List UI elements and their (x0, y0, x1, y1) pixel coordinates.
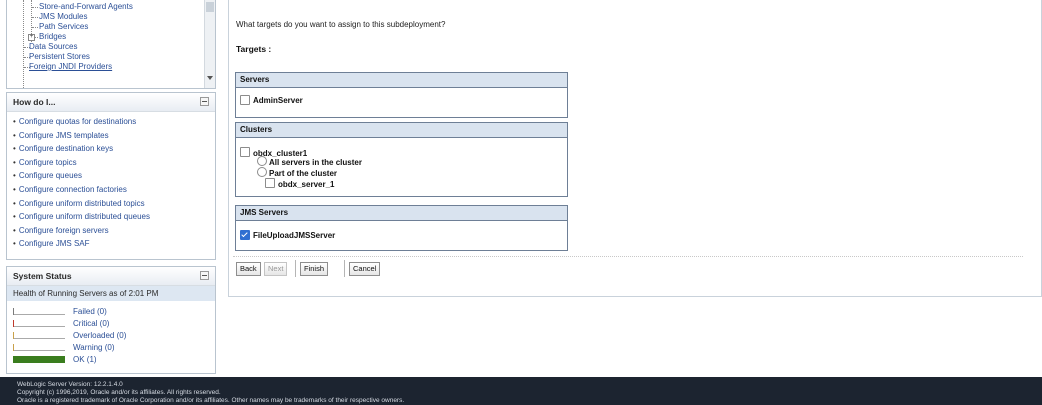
status-row-failed: Failed (0) (7, 306, 215, 318)
status-row-overloaded: Overloaded (0) (7, 330, 215, 342)
clusters-header: Clusters (236, 123, 567, 138)
servers-group: Servers AdminServer (235, 72, 568, 118)
health-label: Health of Running Servers as of 2:01 PM (7, 286, 215, 301)
tree-connector (35, 37, 38, 38)
fileuploadjmsserver-checkbox[interactable] (240, 230, 250, 240)
howdo-link[interactable]: Configure foreign servers (13, 226, 215, 240)
status-row-critical: Critical (0) (7, 318, 215, 330)
tree-connector (32, 17, 38, 18)
tree-item-data-sources[interactable]: Data Sources (29, 42, 77, 51)
tree-scrollbar[interactable] (204, 0, 215, 88)
scroll-down-arrow-icon[interactable] (207, 76, 213, 80)
panel-title: System Status (13, 271, 72, 281)
minimize-icon[interactable] (200, 271, 209, 280)
status-row-ok: OK (1) (7, 354, 215, 366)
domain-structure-tree: Store-and-Forward Agents JMS Modules Pat… (6, 0, 216, 89)
clusters-group: Clusters obdx_cluster1 All servers in th… (235, 122, 568, 197)
fileuploadjmsserver-label: FileUploadJMSServer (253, 231, 336, 240)
status-row-warning: Warning (0) (7, 342, 215, 354)
howdo-link[interactable]: Configure JMS SAF (13, 239, 215, 253)
howdo-link[interactable]: Configure destination keys (13, 144, 215, 158)
part-of-cluster-radio[interactable] (257, 167, 267, 177)
status-bar (13, 356, 65, 363)
howdo-link[interactable]: Configure uniform distributed topics (13, 199, 215, 213)
status-rows: Failed (0) Critical (0) Overloaded (0) W… (7, 301, 215, 366)
version-text: WebLogic Server Version: 12.2.1.4.0 (17, 381, 123, 388)
how-do-i-list: Configure quotas for destinations Config… (7, 112, 215, 253)
back-button[interactable]: Back (236, 262, 261, 276)
all-servers-label: All servers in the cluster (269, 158, 362, 167)
next-button[interactable]: Next (264, 262, 288, 276)
status-bar-mark (13, 356, 65, 363)
status-label[interactable]: Warning (0) (73, 343, 115, 352)
tree-item-jms-modules[interactable]: JMS Modules (39, 12, 87, 21)
howdo-link[interactable]: Configure connection factories (13, 185, 215, 199)
jms-servers-group: JMS Servers FileUploadJMSServer (235, 205, 568, 251)
tree-connector (32, 7, 38, 8)
howdo-link[interactable]: Configure uniform distributed queues (13, 212, 215, 226)
adminserver-label: AdminServer (253, 96, 303, 105)
cluster-checkbox[interactable] (240, 147, 250, 157)
finish-button[interactable]: Finish (300, 262, 329, 276)
copyright-text: Copyright (c) 1996,2019, Oracle and/or i… (17, 389, 221, 396)
all-servers-radio[interactable] (257, 156, 267, 166)
servers-header: Servers (236, 73, 567, 88)
cancel-button[interactable]: Cancel (349, 262, 381, 276)
status-label[interactable]: Overloaded (0) (73, 331, 126, 340)
tree-item-path-services[interactable]: Path Services (39, 22, 88, 31)
obdx-server-checkbox[interactable] (265, 178, 275, 188)
panel-header: System Status (7, 267, 215, 286)
howdo-link[interactable]: Configure queues (13, 171, 215, 185)
status-label[interactable]: OK (1) (73, 355, 97, 364)
tree-item-persistent-stores[interactable]: Persistent Stores (29, 52, 90, 61)
targets-label: Targets : (236, 44, 272, 54)
status-bar (13, 320, 65, 327)
button-separator (344, 260, 345, 277)
scrollbar-thumb[interactable] (206, 2, 214, 12)
howdo-link[interactable]: Configure quotas for destinations (13, 117, 215, 131)
tree-item-foreign-jndi-providers[interactable]: Foreign JNDI Providers (29, 62, 112, 71)
status-bar (13, 344, 65, 351)
tree-item-store-and-forward-agents[interactable]: Store-and-Forward Agents (39, 2, 133, 11)
status-bar-mark (13, 320, 14, 327)
expand-plus-icon[interactable]: + (28, 34, 35, 41)
panel-header: How do I... (7, 93, 215, 112)
part-of-cluster-label: Part of the cluster (269, 169, 338, 178)
status-bar-mark (13, 308, 14, 315)
footer: WebLogic Server Version: 12.2.1.4.0 Copy… (0, 377, 1042, 405)
tree-connector (32, 27, 38, 28)
how-do-i-panel: How do I... Configure quotas for destina… (6, 92, 216, 260)
tree-guide-line (23, 0, 24, 88)
status-bar-mark (13, 332, 14, 339)
howdo-link[interactable]: Configure JMS templates (13, 131, 215, 145)
panel-title: How do I... (13, 97, 56, 107)
obdx-server-label: obdx_server_1 (278, 180, 335, 189)
howdo-link[interactable]: Configure topics (13, 158, 215, 172)
trademark-text: Oracle is a registered trademark of Orac… (17, 397, 405, 404)
minimize-icon[interactable] (200, 97, 209, 106)
status-bar (13, 308, 65, 315)
status-bar (13, 332, 65, 339)
divider (233, 256, 1023, 257)
targets-question: What targets do you want to assign to th… (236, 20, 446, 29)
tree-item-bridges[interactable]: Bridges (39, 32, 66, 41)
button-separator (295, 260, 296, 277)
status-bar-mark (13, 344, 14, 351)
jms-servers-header: JMS Servers (236, 206, 567, 221)
status-label[interactable]: Failed (0) (73, 307, 107, 316)
adminserver-checkbox[interactable] (240, 95, 250, 105)
status-label[interactable]: Critical (0) (73, 319, 109, 328)
system-status-panel: System Status Health of Running Servers … (6, 266, 216, 374)
